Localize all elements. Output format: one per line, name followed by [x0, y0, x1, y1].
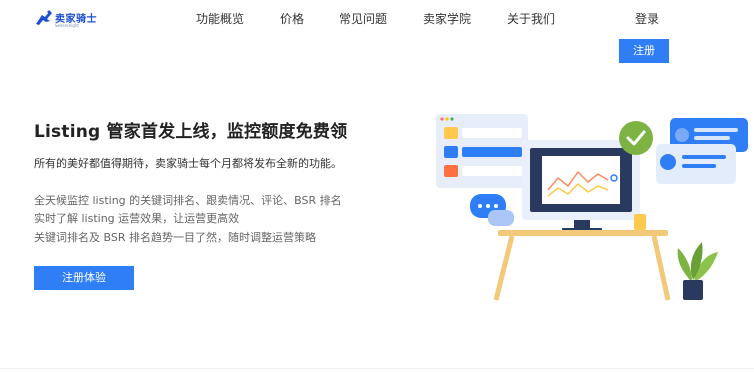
mug — [634, 214, 646, 230]
section-divider — [0, 368, 754, 369]
plant-icon — [677, 242, 718, 300]
register-trial-button[interactable]: 注册体验 — [34, 266, 134, 290]
register-button[interactable]: 注册 — [619, 39, 669, 63]
hero-subline: 所有的美好都值得期待，卖家骑士每个月都将发布全新的功能。 — [34, 157, 342, 170]
login-link[interactable]: 登录 — [635, 10, 659, 27]
brand-logo[interactable]: 卖家骑士 Sellerknight — [34, 8, 97, 30]
nav-features[interactable]: 功能概览 — [196, 10, 244, 27]
feature-line: 全天候监控 listing 的关键词排名、跟卖情况、评论、BSR 排名 — [34, 194, 342, 207]
hero-headline: Listing 管家首发上线，监控额度免费领 — [34, 122, 348, 142]
feature-line: 实时了解 listing 运营效果，让运营更高效 — [34, 212, 240, 225]
nav-about[interactable]: 关于我们 — [507, 10, 555, 27]
desk — [493, 230, 671, 301]
hero-illustration — [436, 114, 748, 301]
nav-faq[interactable]: 常见问题 — [339, 10, 387, 27]
chat-bubble-icon — [470, 194, 514, 226]
monitor — [522, 140, 640, 232]
feature-line: 关键词排名及 BSR 排名趋势一目了然，随时调整运营策略 — [34, 231, 316, 244]
nav-pricing[interactable]: 价格 — [280, 10, 304, 27]
nav-academy[interactable]: 卖家学院 — [423, 10, 471, 27]
knight-logo-icon — [36, 10, 52, 25]
profile-cards — [656, 118, 748, 184]
brand-tagline: Sellerknight — [55, 23, 79, 28]
check-icon — [619, 121, 653, 155]
list-panel — [436, 114, 528, 188]
